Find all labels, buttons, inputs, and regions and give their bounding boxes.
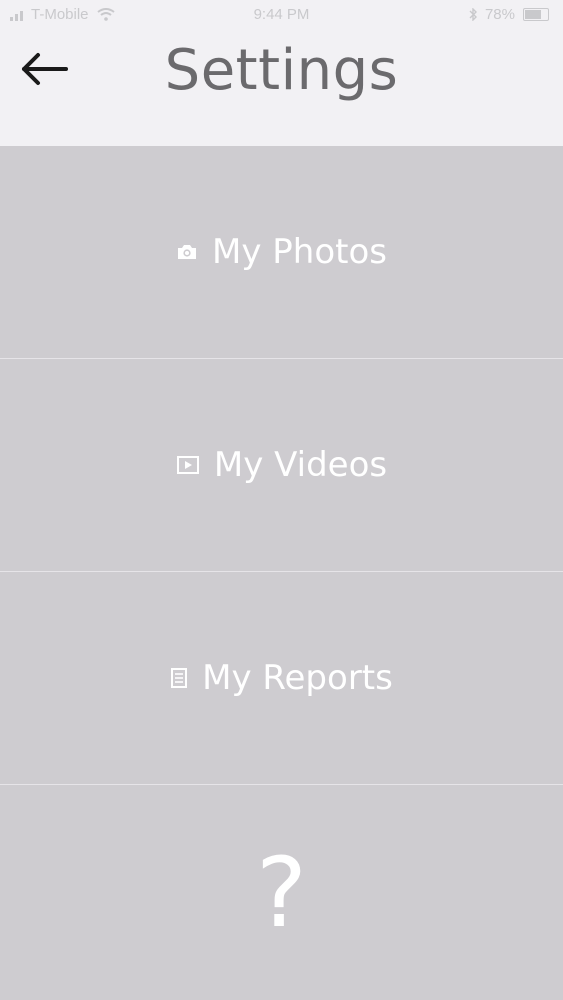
settings-menu: My Photos My Videos My Reports ? [0, 146, 563, 1000]
status-right: 78% [469, 6, 549, 23]
video-play-icon [176, 455, 200, 475]
battery-percent: 78% [484, 6, 515, 23]
menu-item-label: My Reports [202, 658, 393, 698]
page-title: Settings [164, 38, 399, 103]
menu-item-my-reports[interactable]: My Reports [0, 572, 563, 785]
battery-icon [523, 8, 549, 21]
settings-screen: Settings T-Mobile 9:44 PM 78% My Photos … [0, 0, 563, 1000]
document-icon [170, 667, 188, 689]
camera-icon [176, 243, 198, 261]
menu-item-label: My Videos [213, 445, 388, 485]
menu-item-label: My Photos [212, 232, 387, 272]
menu-item-my-videos[interactable]: My Videos [0, 359, 563, 572]
help-icon: ? [256, 836, 307, 949]
menu-item-help[interactable]: ? [0, 785, 563, 1000]
menu-item-my-photos[interactable]: My Photos [0, 146, 563, 359]
status-bar: T-Mobile 9:44 PM 78% [0, 0, 563, 32]
bluetooth-icon [469, 8, 477, 21]
